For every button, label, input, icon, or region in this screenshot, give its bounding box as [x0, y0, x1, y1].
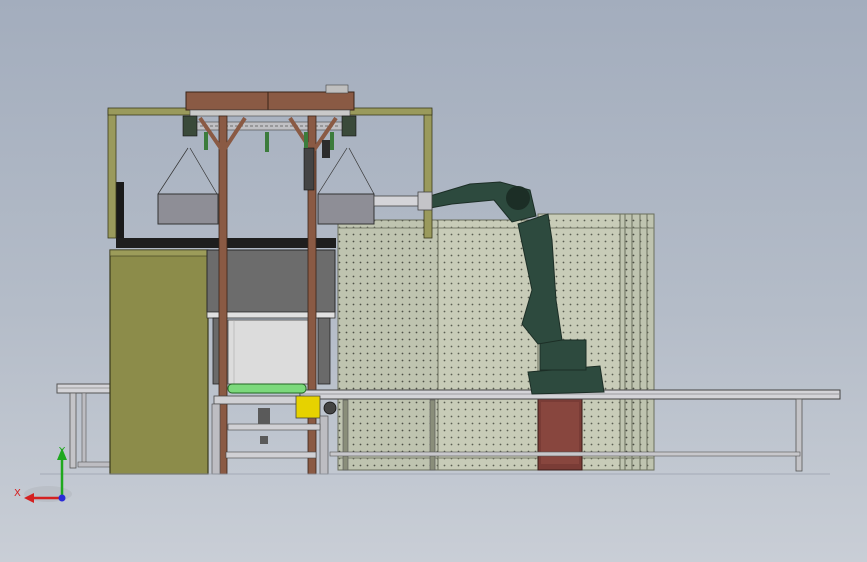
mesh-fence[interactable] — [337, 213, 655, 471]
transfer-unit[interactable] — [211, 383, 337, 475]
load-box-left[interactable] — [157, 193, 219, 225]
conveyor-left[interactable] — [56, 383, 114, 469]
y-axis-label: Y — [58, 446, 66, 457]
load-box-right[interactable] — [317, 193, 375, 225]
cad-viewport[interactable]: Y X — [0, 0, 867, 562]
coordinate-triad[interactable]: Y X — [14, 446, 72, 503]
x-axis-label: X — [14, 488, 21, 499]
olive-cabinet[interactable] — [109, 182, 209, 475]
robot-pedestal[interactable] — [537, 395, 583, 471]
